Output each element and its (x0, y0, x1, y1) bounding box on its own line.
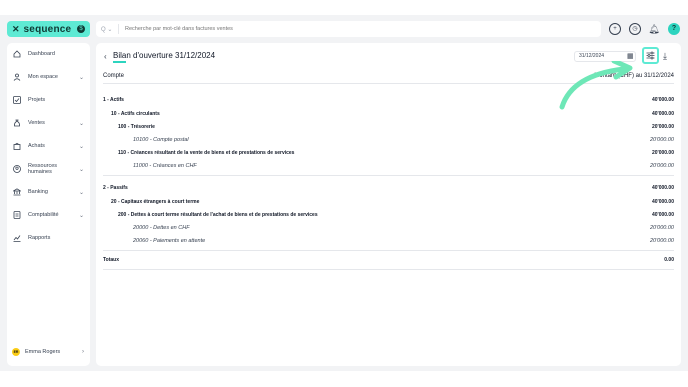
amount-value: 20'000.00 (651, 124, 674, 130)
row-divider (103, 269, 674, 270)
account-label: 2 - Passifs (103, 185, 128, 191)
amount-value: 40'000.00 (651, 199, 674, 205)
logo-mark-icon: ✕ (12, 23, 20, 34)
back-arrow-icon[interactable]: ‹ (104, 52, 107, 61)
calendar-icon[interactable]: ▦ (627, 52, 634, 60)
amount-value: 20'000.00 (650, 137, 674, 143)
ledger-icon (12, 211, 21, 220)
table-row[interactable]: 110 - Créances résultant de la vente de … (103, 150, 674, 160)
amount-value: 40'000.00 (651, 212, 674, 218)
sidebar-item-label: Ressources humaines (28, 163, 58, 175)
people-icon (12, 165, 21, 174)
sidebar-item-label: Projets (28, 97, 46, 103)
account-label: 200 - Dettes à court terme résultant de … (118, 212, 318, 218)
user-menu[interactable]: ER Emma Rogers › (7, 346, 90, 358)
sidebar-item-label: Achats (28, 143, 45, 149)
row-divider (103, 250, 674, 251)
add-icon[interactable]: + (609, 23, 621, 35)
chevron-down-icon: ⌄ (78, 74, 84, 81)
table-row[interactable]: 11000 - Créances en CHF 20'000.00 (103, 163, 674, 173)
search-scope-dropdown[interactable]: Q ⌄ (96, 26, 118, 33)
chart-line-icon (12, 234, 21, 243)
sidebar-item-label: Ventes (28, 120, 45, 126)
shopping-bag-icon (12, 142, 21, 151)
amount-value: 20'000.00 (650, 238, 674, 244)
user-name: Emma Rogers (25, 349, 61, 355)
table-row[interactable]: 20 - Capitaux étrangers à court terme 40'… (103, 199, 674, 209)
bell-icon[interactable]: 🔔︎ (648, 23, 660, 35)
sliders-icon (646, 51, 655, 60)
sidebar-item-rapports[interactable]: Rapports (7, 231, 90, 245)
account-label: Totaux (103, 257, 120, 263)
amount-value: 20'000.00 (650, 163, 674, 169)
checkbox-icon (12, 96, 21, 105)
table-row[interactable]: 10100 - Compte postal 20'000.00 (103, 137, 674, 147)
sidebar-item-projets[interactable]: Projets (7, 93, 90, 107)
sidebar-item-label: Rapports (28, 235, 51, 241)
account-label: 20 - Capitaux étrangers à court terme (111, 199, 200, 205)
account-label: 10 - Actifs circulants (111, 111, 160, 117)
chevron-right-icon: › (82, 349, 84, 355)
home-icon (12, 50, 21, 59)
sidebar-item-achats[interactable]: Achats ⌄ (7, 139, 90, 153)
app-window: ✕ sequence $ Q ⌄ + ◷ 🔔︎ ? Dashboard Mon … (0, 15, 688, 371)
amount-value: 20'000.00 (651, 150, 674, 156)
amount-value: 40'000.00 (651, 97, 674, 103)
account-label: 20060 - Paiements en attente (133, 238, 206, 244)
page-title: Bilan d'ouverture 31/12/2024 (113, 51, 216, 60)
brand-name: sequence (23, 23, 72, 35)
bank-icon (12, 188, 21, 197)
brand-logo[interactable]: ✕ sequence $ (7, 21, 90, 37)
account-label: 1 - Actifs (103, 97, 124, 103)
table-row[interactable]: 100 - Trésorerie 20'000.00 (103, 124, 674, 134)
annotation-arrow-icon (559, 61, 633, 110)
user-icon (12, 73, 21, 82)
amount-value: 40'000.00 (651, 111, 674, 117)
money-bag-icon (12, 119, 21, 128)
sidebar-item-comptabilite[interactable]: Comptabilité ⌄ (7, 208, 90, 222)
table-row[interactable]: 10 - Actifs circulants 40'000.00 (103, 111, 674, 121)
sidebar-item-label: Dashboard (28, 51, 55, 57)
help-icon[interactable]: ? (668, 23, 680, 35)
row-divider (103, 175, 674, 176)
table-row[interactable]: 200 - Dettes à court terme résultant de … (103, 212, 674, 222)
chevron-down-icon: ⌄ (78, 189, 84, 196)
account-label: 20000 - Dettes en CHF (133, 225, 190, 231)
sidebar-item-label: Mon espace (28, 74, 58, 80)
avatar: ER (12, 348, 20, 356)
search-input[interactable] (125, 26, 585, 32)
download-icon[interactable]: ⤓ (663, 51, 667, 62)
sidebar-item-mon-espace[interactable]: Mon espace ⌄ (7, 70, 90, 84)
table-row[interactable]: Totaux 0.00 (103, 257, 674, 267)
table-row[interactable]: 20060 - Paiements en attente 20'000.00 (103, 238, 674, 248)
title-underline (113, 61, 126, 63)
clock-icon[interactable]: ◷ (629, 23, 641, 35)
amount-value: 40'000.00 (651, 185, 674, 191)
chevron-down-icon: ⌄ (78, 166, 84, 173)
sidebar-item-ressources-humaines[interactable]: Ressources humaines ⌄ (7, 162, 90, 176)
sidebar-item-label: Banking (28, 189, 48, 195)
account-label: 10100 - Compte postal (133, 137, 189, 143)
chevron-down-icon: ⌄ (78, 120, 84, 127)
account-label: 100 - Trésorerie (118, 124, 155, 130)
currency-badge: $ (77, 25, 85, 33)
sidebar-item-banking[interactable]: Banking ⌄ (7, 185, 90, 199)
sidebar-item-label: Comptabilité (28, 212, 59, 218)
search-bar[interactable]: Q ⌄ (96, 21, 601, 37)
amount-value: 20'000.00 (650, 225, 674, 231)
filter-settings-button[interactable] (642, 47, 659, 64)
account-label: 11000 - Créances en CHF (133, 163, 197, 169)
amount-value: 0.00 (664, 257, 674, 263)
column-header-account: Compte (103, 73, 125, 79)
sidebar-item-ventes[interactable]: Ventes ⌄ (7, 116, 90, 130)
chevron-down-icon: ⌄ (78, 212, 84, 219)
table-row[interactable]: 2 - Passifs 40'000.00 (103, 185, 674, 195)
chevron-down-icon: ⌄ (78, 143, 84, 150)
sidebar: Dashboard Mon espace ⌄ Projets Ventes ⌄ (7, 43, 90, 366)
account-label: 110 - Créances résultant de la vente de … (118, 150, 295, 156)
table-row[interactable]: 20000 - Dettes en CHF 20'000.00 (103, 225, 674, 235)
sidebar-item-dashboard[interactable]: Dashboard (7, 47, 90, 61)
search-divider (118, 24, 119, 34)
